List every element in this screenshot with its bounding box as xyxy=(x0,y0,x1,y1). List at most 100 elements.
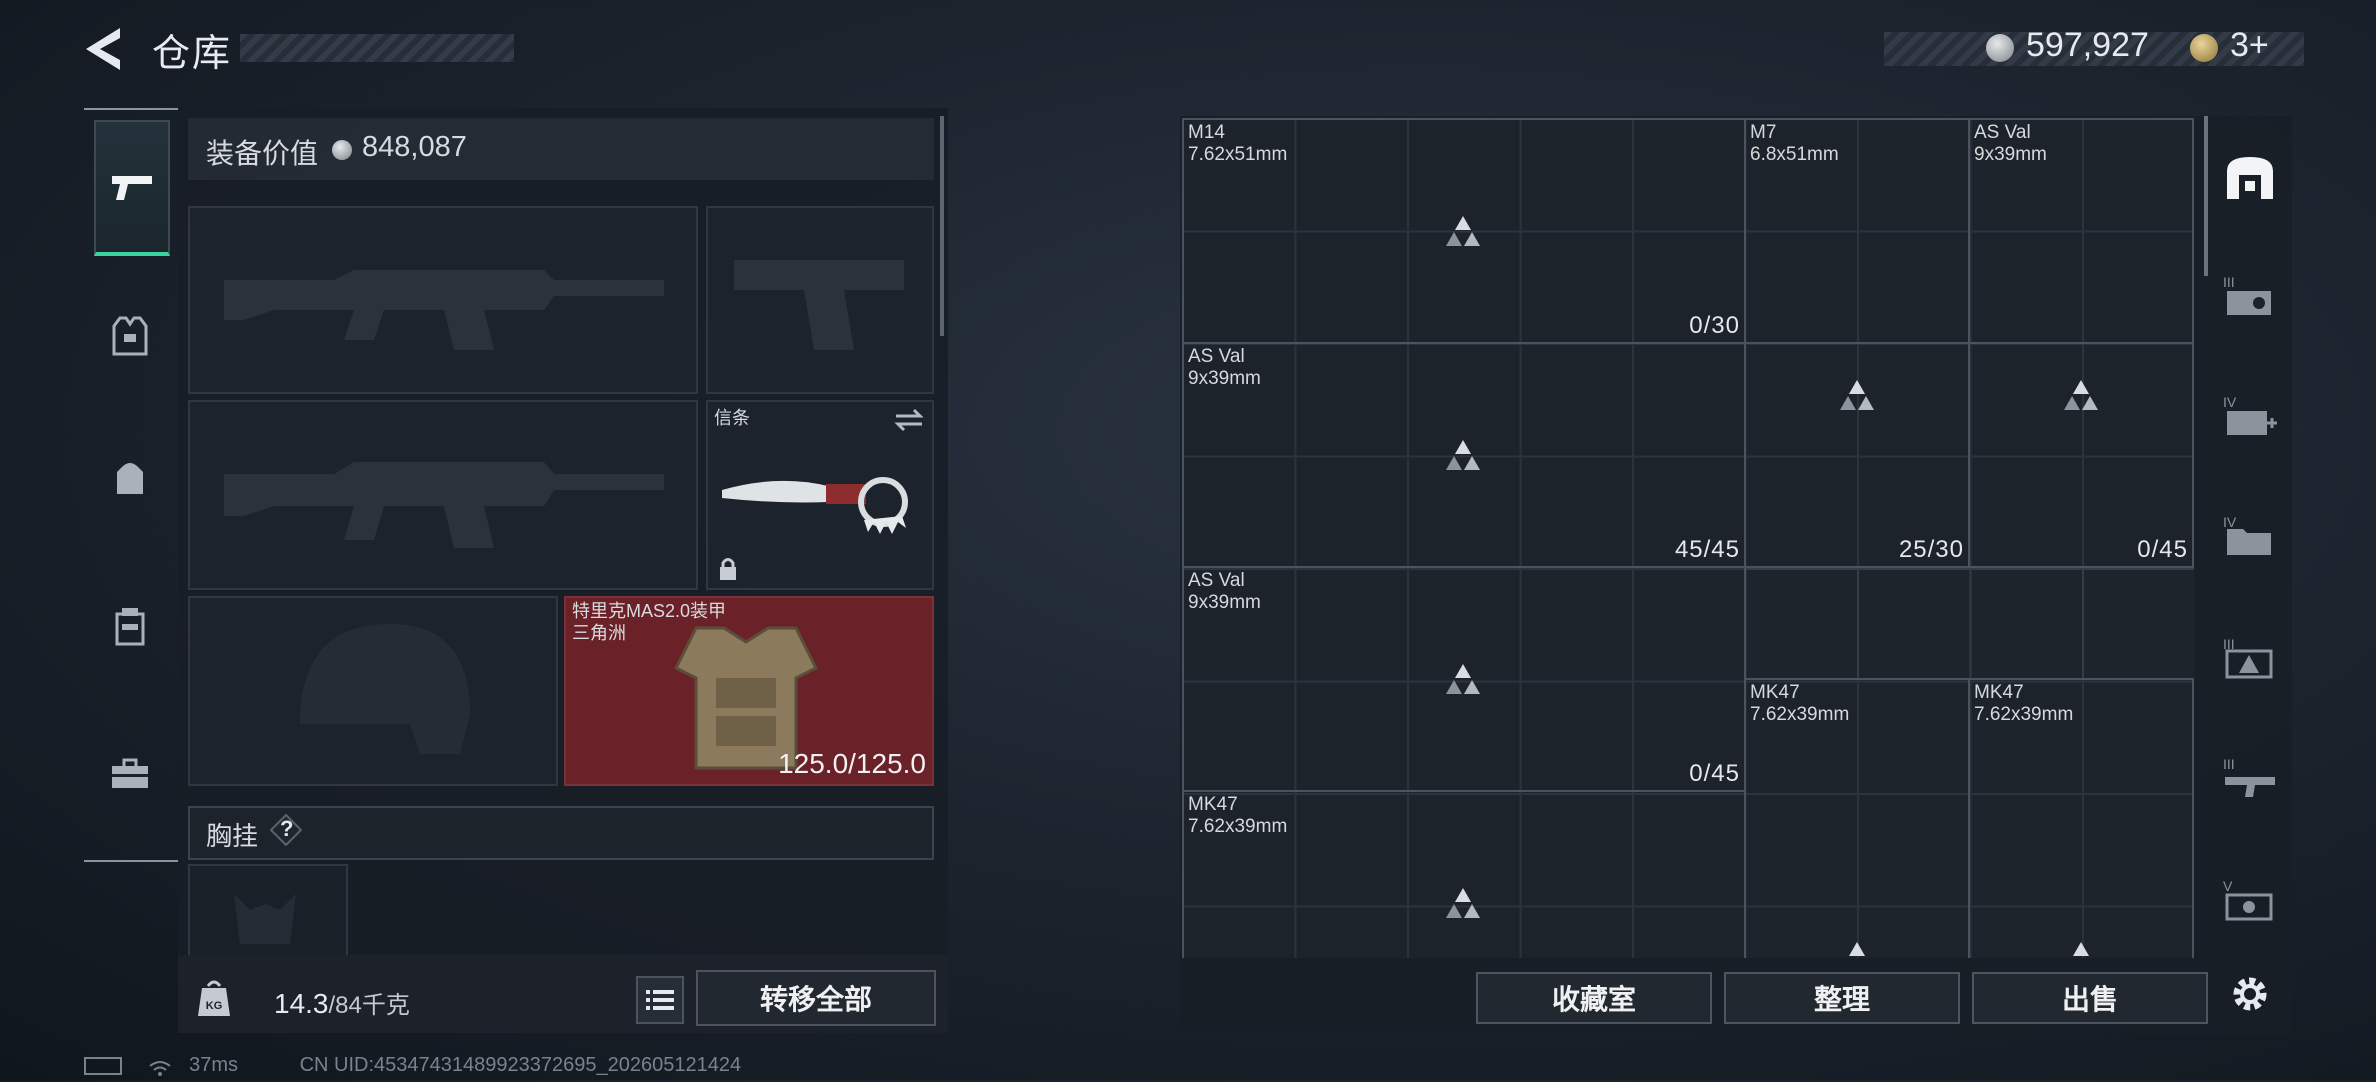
storage-tab-tier-5-display-case[interactable]: V xyxy=(2218,868,2282,932)
ping-value: 37ms xyxy=(189,1054,239,1076)
equipment-value-label: 装备价值 xyxy=(206,138,319,169)
svg-text:V: V xyxy=(2223,878,2233,894)
item-count: 0/45 xyxy=(2137,536,2188,563)
storage-item-mk47[interactable]: MK47 7.62x39mm xyxy=(1968,678,2194,958)
storage-tab-tier-3-gun-case[interactable]: III xyxy=(2218,746,2282,810)
item-caliber: 9x39mm xyxy=(1188,368,1261,389)
storage-item-m7[interactable]: M7 6.8x51mm xyxy=(1744,118,1970,344)
system-status-line: 37ms CN UID:45347431489923372695_2026051… xyxy=(84,1054,741,1077)
storage-item-mk47[interactable]: MK47 7.62x39mm xyxy=(1744,678,1970,958)
coin-icon xyxy=(332,140,352,160)
list-view-button[interactable] xyxy=(636,976,684,1024)
tier-5-display-case-icon: V xyxy=(2223,878,2273,921)
svg-text:III: III xyxy=(2223,756,2235,772)
item-name: MK47 xyxy=(1974,682,2024,703)
delta-triangle-icon xyxy=(1446,888,1480,918)
sort-button[interactable]: 整理 xyxy=(1724,972,1960,1024)
rifle-silhouette-icon xyxy=(224,270,664,350)
delta-triangle-icon xyxy=(1840,380,1874,410)
item-caliber: 7.62x39mm xyxy=(1750,704,1850,725)
transfer-all-button[interactable]: 转移全部 xyxy=(696,970,936,1026)
storage-item-as-val[interactable]: AS Val 9x39mm xyxy=(1968,118,2194,344)
delta-triangle-icon xyxy=(2073,942,2089,956)
primary-weapon-slot[interactable] xyxy=(188,206,698,394)
delta-triangle-icon xyxy=(1849,942,1865,956)
nav-armor[interactable] xyxy=(94,300,166,372)
item-name: AS Val xyxy=(1188,346,1245,367)
sidearm-slot[interactable] xyxy=(706,206,934,394)
backpack-icon xyxy=(117,463,143,494)
item-caliber: 7.62x51mm xyxy=(1188,144,1288,165)
nav-backpack[interactable] xyxy=(94,442,166,514)
storage-tab-tier-4-folder[interactable]: IV xyxy=(2218,504,2282,568)
delta-triangle-icon xyxy=(1446,440,1480,470)
tier-3-triangle-case-icon: III xyxy=(2223,636,2273,679)
toolbox-icon xyxy=(112,758,148,788)
tier-3-gun-case-icon: III xyxy=(2223,756,2275,797)
delta-triangle-icon xyxy=(2064,380,2098,410)
storage-tab-tier-3-triangle-case[interactable]: III xyxy=(2218,626,2282,690)
help-icon[interactable]: ? xyxy=(269,813,303,847)
item-count: 25/30 xyxy=(1898,536,1964,563)
storage-item-as-val[interactable]: AS Val 9x39mm 45/45 xyxy=(1182,342,1746,568)
loadout-category-nav xyxy=(84,108,178,862)
delta-triangle-icon xyxy=(1446,664,1480,694)
pistol-silhouette-icon xyxy=(734,260,904,350)
storage-item-mk47[interactable]: MK47 7.62x39mm xyxy=(1182,790,1746,958)
list-icon xyxy=(646,990,674,1010)
title-decoration xyxy=(240,34,514,62)
storage-item-m14[interactable]: M14 7.62x51mm 0/30 xyxy=(1182,118,1746,344)
armor-vest-icon xyxy=(112,316,148,356)
item-caliber: 7.62x39mm xyxy=(1974,704,2074,725)
equipment-value: 848,087 xyxy=(362,131,467,163)
storage-tab-main[interactable] xyxy=(2218,146,2282,210)
svg-text:IV: IV xyxy=(2223,514,2237,530)
battery-icon xyxy=(84,1056,122,1075)
storage-tab-tier-3-case[interactable]: III xyxy=(2218,264,2282,328)
carry-weight: 14.3/84千克 xyxy=(274,985,410,1020)
svg-text:III: III xyxy=(2223,274,2235,290)
storage-item-as-val[interactable]: AS Val 9x39mm 0/45 xyxy=(1182,566,1746,792)
body-armor-slot[interactable]: 特里克MAS2.0装甲 三角洲 125.0/125.0 xyxy=(564,596,934,786)
storage-item-unknown[interactable]: 25/30 xyxy=(1744,342,1970,568)
storage-item-unknown[interactable]: 0/45 xyxy=(1968,342,2194,568)
bond-balance[interactable]: 3+ xyxy=(2230,26,2269,65)
armor-durability: 125.0/125.0 xyxy=(778,748,926,779)
storage-grid[interactable]: M14 7.62x51mm 0/30 M7 6.8x51mm AS Val 9x… xyxy=(1182,118,2194,958)
carry-weight-current: 14.3 xyxy=(274,988,329,1019)
weight-icon: KG xyxy=(196,978,232,1018)
settings-button[interactable] xyxy=(2218,962,2282,1026)
chest-rig-icon xyxy=(115,608,145,646)
dog-silhouette-icon xyxy=(234,894,296,944)
item-count: 0/30 xyxy=(1689,312,1740,339)
helmet-slot[interactable] xyxy=(188,596,558,786)
collection-room-button[interactable]: 收藏室 xyxy=(1476,972,1712,1024)
settings-gear-icon xyxy=(2233,977,2267,1011)
user-uid: CN UID:45347431489923372695_202605121424 xyxy=(299,1054,742,1076)
coin-icon xyxy=(1986,34,2014,62)
item-caliber: 9x39mm xyxy=(1974,144,2047,165)
melee-slot[interactable]: 信条 xyxy=(706,400,934,590)
equipment-scrollbar[interactable] xyxy=(940,116,944,336)
swap-icon[interactable] xyxy=(894,408,924,432)
helmet-silhouette-icon xyxy=(300,624,470,754)
back-button[interactable] xyxy=(80,24,130,74)
armor-faction: 三角洲 xyxy=(572,623,626,643)
item-count: 45/45 xyxy=(1674,536,1740,563)
pistol-icon xyxy=(112,176,152,200)
nav-toolbox[interactable] xyxy=(94,738,166,810)
item-caliber: 7.62x39mm xyxy=(1188,816,1288,837)
sell-button[interactable]: 出售 xyxy=(1972,972,2208,1024)
storage-scrollbar[interactable] xyxy=(2204,116,2208,276)
secondary-weapon-slot[interactable] xyxy=(188,400,698,590)
nav-chest-rig[interactable] xyxy=(94,590,166,662)
chest-rig-label: 胸挂 xyxy=(206,821,259,851)
storage-tab-tier-4-medical[interactable]: IV xyxy=(2218,384,2282,448)
chest-rig-slot[interactable] xyxy=(188,864,348,960)
tier-4-folder-icon: IV xyxy=(2223,514,2271,555)
item-name: M14 xyxy=(1188,122,1225,143)
item-caliber: 6.8x51mm xyxy=(1750,144,1839,165)
nav-weapons[interactable] xyxy=(94,120,170,256)
item-caliber: 9x39mm xyxy=(1188,592,1261,613)
melee-slot-label: 信条 xyxy=(714,408,750,428)
